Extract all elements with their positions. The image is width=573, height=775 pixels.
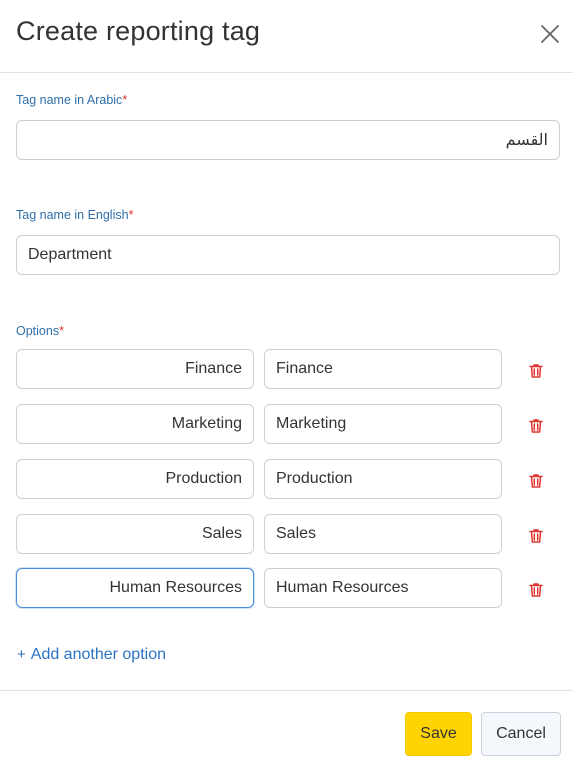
option-arabic-input[interactable]	[16, 404, 254, 444]
dialog-footer: Save Cancel	[0, 690, 573, 775]
required-mark: *	[128, 208, 134, 222]
close-icon	[541, 25, 559, 43]
english-name-label: Tag name in English*	[16, 208, 133, 222]
delete-option-button[interactable]	[527, 581, 545, 599]
option-arabic-input[interactable]	[16, 514, 254, 554]
trash-icon	[529, 364, 543, 378]
option-english-input[interactable]	[264, 514, 502, 554]
dialog-title: Create reporting tag	[16, 16, 261, 46]
cancel-button[interactable]: Cancel	[481, 712, 561, 756]
option-english-input[interactable]	[264, 459, 502, 499]
add-option-label: Add another option	[30, 646, 166, 663]
delete-option-button[interactable]	[527, 527, 545, 545]
required-mark: *	[122, 93, 128, 107]
options-label: Options*	[16, 324, 64, 338]
delete-option-button[interactable]	[527, 472, 545, 490]
arabic-name-label: Tag name in Arabic*	[16, 93, 127, 107]
option-arabic-input[interactable]	[16, 568, 254, 608]
add-option-link[interactable]: + Add another option	[17, 646, 166, 664]
required-mark: *	[59, 324, 64, 338]
delete-option-button[interactable]	[527, 362, 545, 380]
dialog-header: Create reporting tag	[0, 0, 573, 73]
option-arabic-input[interactable]	[16, 349, 254, 389]
english-name-label-text: Tag name in English	[16, 208, 129, 222]
option-english-input[interactable]	[264, 404, 502, 444]
arabic-name-input[interactable]	[16, 120, 560, 160]
plus-icon: +	[17, 646, 26, 663]
trash-icon	[529, 529, 543, 543]
trash-icon	[529, 583, 543, 597]
option-english-input[interactable]	[264, 349, 502, 389]
close-button[interactable]	[538, 22, 562, 46]
save-button[interactable]: Save	[405, 712, 472, 756]
create-reporting-tag-dialog: Create reporting tag Tag name in Arabic*…	[0, 0, 573, 775]
options-label-text: Options	[16, 324, 60, 338]
delete-option-button[interactable]	[527, 417, 545, 435]
trash-icon	[529, 474, 543, 488]
option-english-input[interactable]	[264, 568, 502, 608]
trash-icon	[529, 419, 543, 433]
arabic-name-label-text: Tag name in Arabic	[16, 93, 123, 107]
english-name-input[interactable]	[16, 235, 560, 275]
option-arabic-input[interactable]	[16, 459, 254, 499]
